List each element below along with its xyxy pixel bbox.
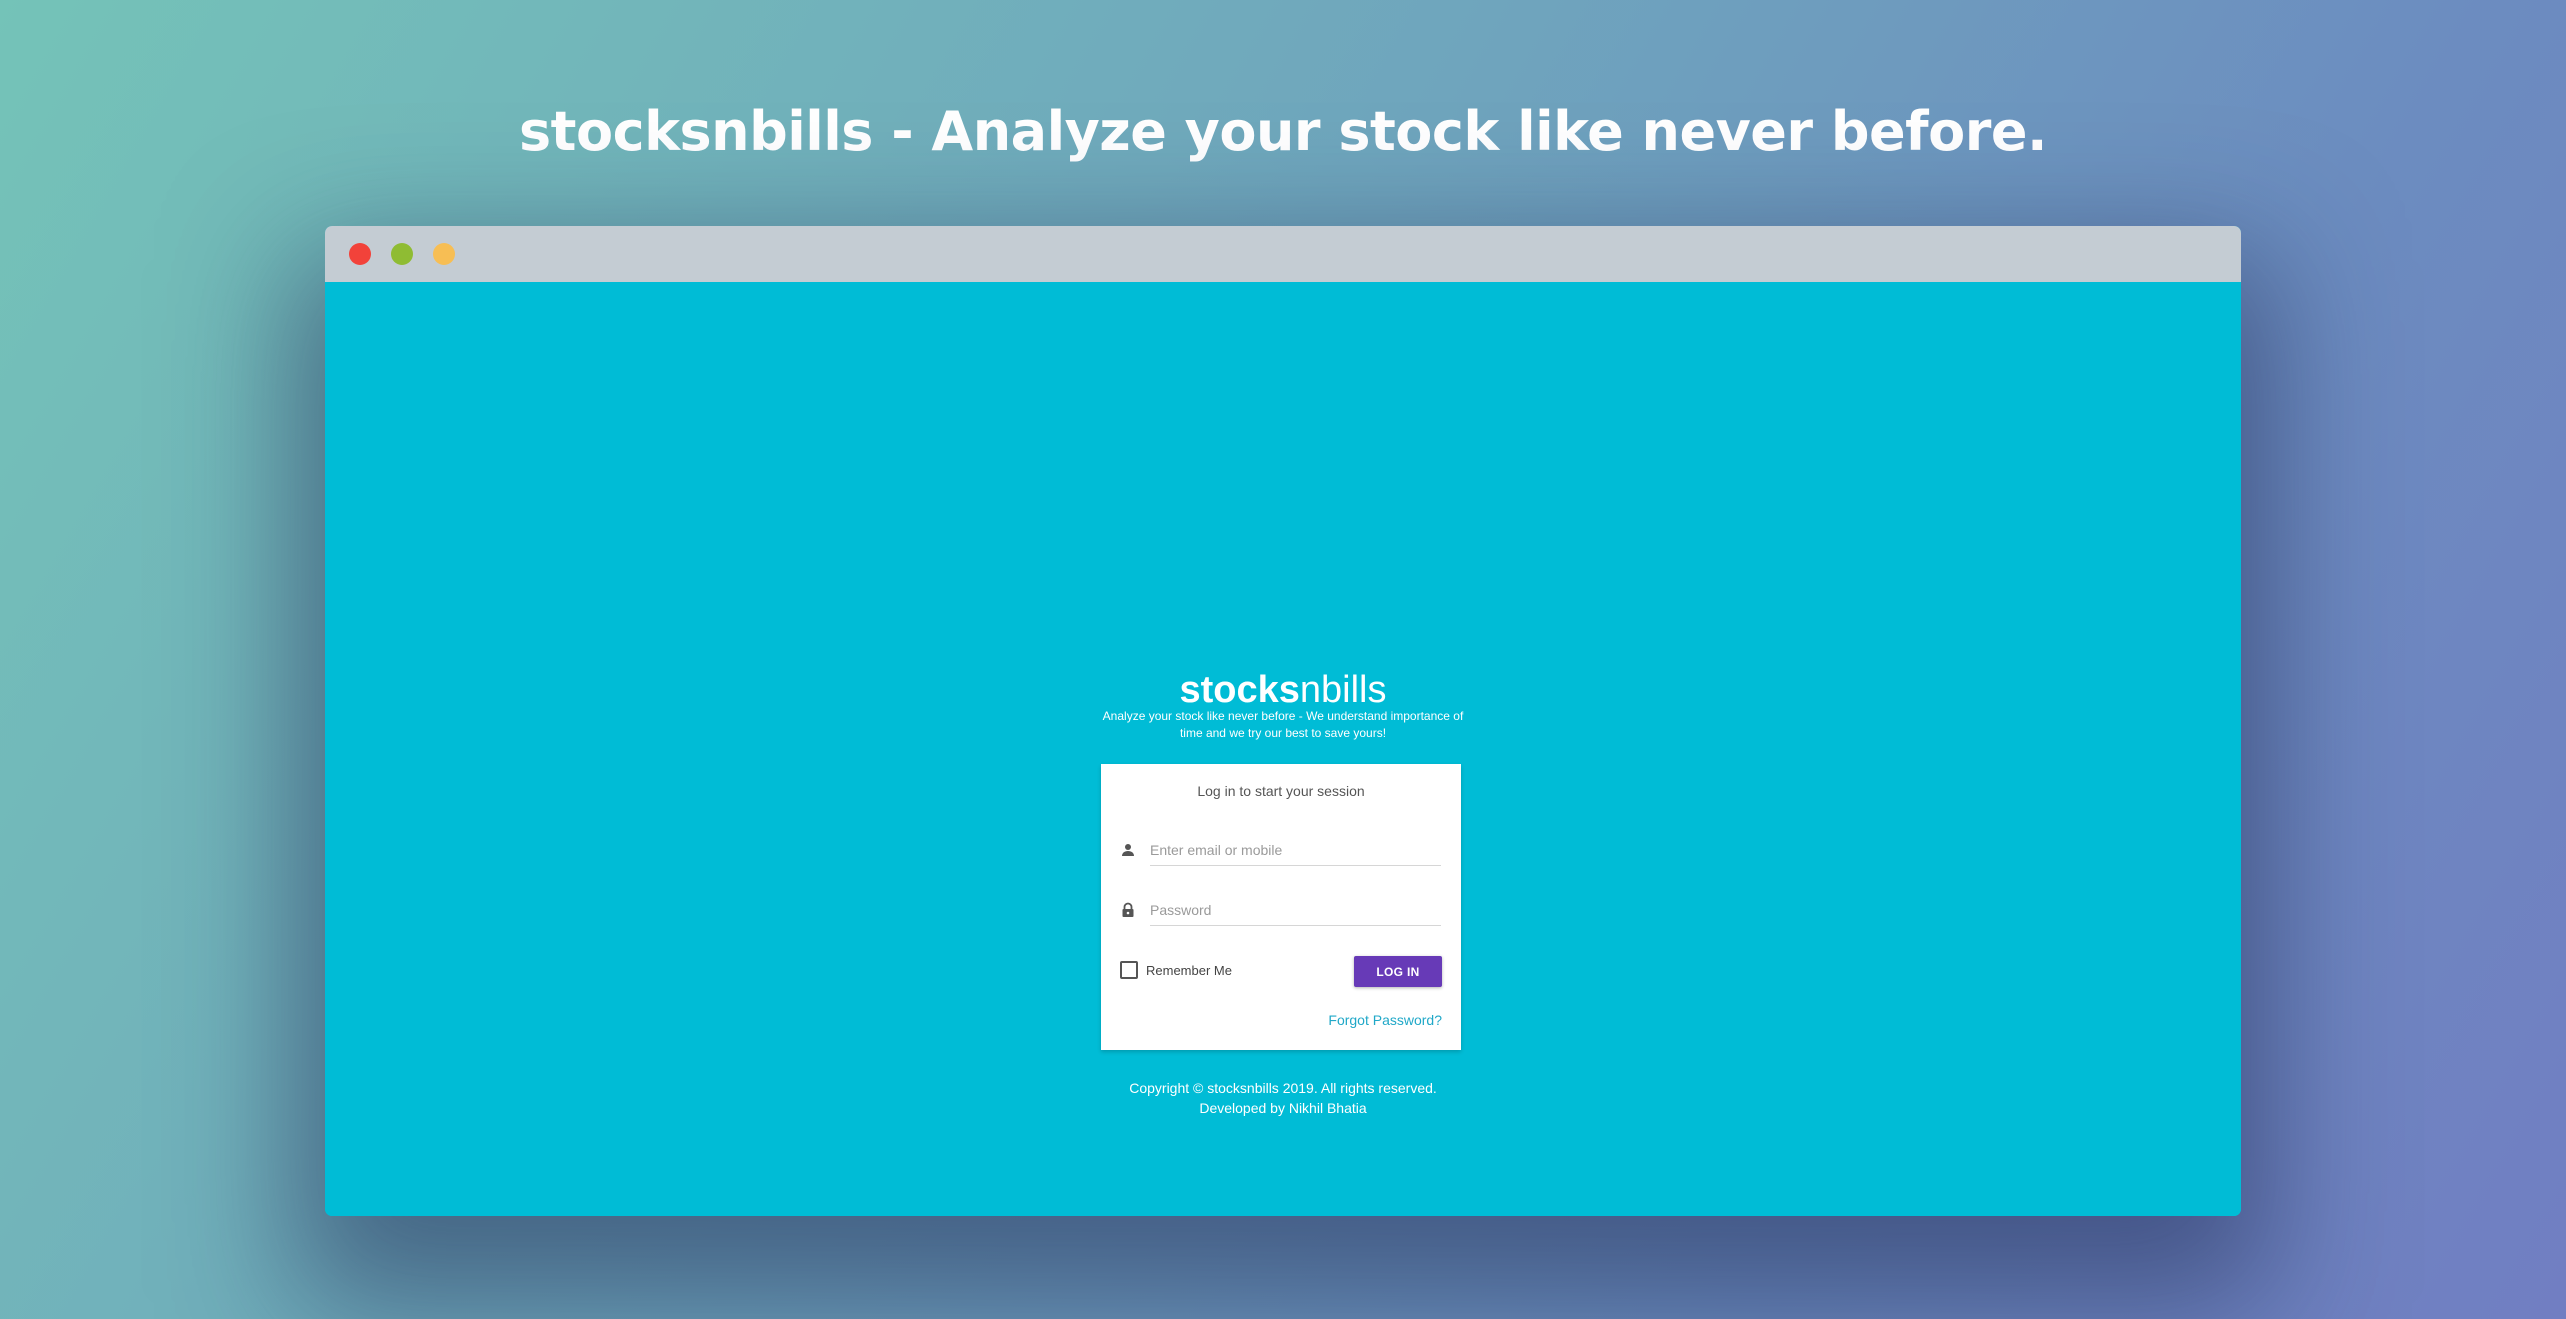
page-headline: stocksnbills - Analyze your stock like n… bbox=[519, 100, 2047, 163]
password-input[interactable] bbox=[1150, 894, 1441, 926]
minimize-dot[interactable] bbox=[433, 243, 455, 265]
tagline: Analyze your stock like never before - W… bbox=[1102, 709, 1464, 740]
forgot-password-link[interactable]: Forgot Password? bbox=[1328, 1012, 1442, 1028]
remember-me-checkbox[interactable] bbox=[1120, 961, 1138, 979]
email-input[interactable] bbox=[1150, 834, 1441, 866]
brand-light: nbills bbox=[1299, 669, 1387, 711]
lock-icon bbox=[1120, 902, 1136, 918]
footer-copyright: Copyright © stocksnbills 2019. All right… bbox=[1129, 1080, 1437, 1096]
login-button[interactable]: LOG IN bbox=[1354, 956, 1442, 987]
remember-me-label[interactable]: Remember Me bbox=[1146, 963, 1232, 978]
brand-strong: stocks bbox=[1179, 669, 1300, 711]
brand-logo: stocksnbills bbox=[325, 668, 2241, 712]
window-titlebar bbox=[325, 226, 2241, 282]
browser-window: stocksnbills Analyze your stock like nev… bbox=[325, 226, 2241, 1216]
login-message: Log in to start your session bbox=[1197, 783, 1365, 799]
maximize-dot[interactable] bbox=[391, 243, 413, 265]
footer-developer: Developed by Nikhil Bhatia bbox=[1199, 1100, 1367, 1116]
page-viewport: stocksnbills Analyze your stock like nev… bbox=[325, 282, 2241, 1216]
login-card: Log in to start your session Remember Me… bbox=[1101, 764, 1461, 1050]
user-icon bbox=[1120, 842, 1136, 858]
close-dot[interactable] bbox=[349, 243, 371, 265]
